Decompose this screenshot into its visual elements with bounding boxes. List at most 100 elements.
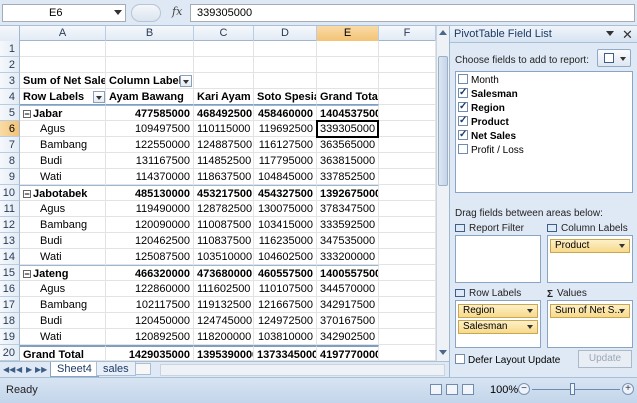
pivot-value-cell[interactable]: 116127500 bbox=[254, 137, 317, 153]
pivot-value-cell[interactable]: 121667500 bbox=[254, 297, 317, 313]
row-header-9[interactable]: 9 bbox=[0, 169, 20, 185]
column-header-d[interactable]: D bbox=[254, 26, 317, 41]
pivot-value-cell[interactable]: 104845000 bbox=[254, 169, 317, 185]
grand-total-label[interactable]: Grand Total bbox=[20, 345, 106, 361]
cell[interactable] bbox=[194, 41, 254, 57]
row-header-17[interactable]: 17 bbox=[0, 297, 20, 313]
row-header-13[interactable]: 13 bbox=[0, 233, 20, 249]
pivot-column-header[interactable]: Grand Total bbox=[317, 89, 379, 105]
cell[interactable] bbox=[106, 57, 194, 73]
formula-input[interactable]: 339305000 bbox=[190, 4, 635, 22]
collapse-icon[interactable]: − bbox=[23, 190, 31, 199]
row-header-7[interactable]: 7 bbox=[0, 137, 20, 153]
cell[interactable] bbox=[317, 73, 379, 89]
name-box[interactable]: E6 bbox=[2, 4, 126, 22]
cell[interactable] bbox=[379, 105, 436, 121]
pivot-value-cell[interactable]: 333200000 bbox=[317, 249, 379, 265]
row-header-11[interactable]: 11 bbox=[0, 201, 20, 217]
values-area[interactable]: Sum of Net S... bbox=[547, 300, 633, 348]
pivot-value-cell[interactable]: 124972500 bbox=[254, 313, 317, 329]
pivot-measure-label[interactable]: Sum of Net Sales bbox=[20, 73, 106, 89]
pivot-value-cell[interactable]: 103510000 bbox=[194, 249, 254, 265]
column-header-e[interactable]: E bbox=[317, 26, 379, 41]
cell[interactable] bbox=[317, 57, 379, 73]
pivot-value-cell[interactable]: 110837500 bbox=[194, 233, 254, 249]
pivot-value-cell[interactable]: 370167500 bbox=[317, 313, 379, 329]
pivot-column-header[interactable]: Soto Spesial bbox=[254, 89, 317, 105]
column-header-b[interactable]: B bbox=[106, 26, 194, 41]
pivot-value-cell[interactable]: 118200000 bbox=[194, 329, 254, 345]
pivot-group-label[interactable]: − Jabotabek bbox=[20, 185, 106, 201]
insert-sheet-icon[interactable] bbox=[135, 363, 151, 375]
row-header-12[interactable]: 12 bbox=[0, 217, 20, 233]
cell[interactable] bbox=[194, 57, 254, 73]
field-checkbox[interactable] bbox=[458, 74, 468, 84]
row-header-5[interactable]: 5 bbox=[0, 105, 20, 121]
pivot-column-header[interactable]: Kari Ayam bbox=[194, 89, 254, 105]
cell[interactable] bbox=[379, 233, 436, 249]
pivot-value-cell[interactable]: 337852500 bbox=[317, 169, 379, 185]
pivot-item-label[interactable]: Wati bbox=[20, 249, 106, 265]
prev-sheet-icon[interactable]: ◀ bbox=[16, 365, 22, 374]
pivot-value-cell[interactable]: 473680000 bbox=[194, 265, 254, 281]
pivot-value-cell[interactable]: 118637500 bbox=[194, 169, 254, 185]
pivot-value-cell[interactable]: 114852500 bbox=[194, 153, 254, 169]
field-checkbox[interactable] bbox=[458, 114, 468, 127]
pivot-value-cell[interactable]: 130075000 bbox=[254, 201, 317, 217]
zoom-level[interactable]: 100% bbox=[490, 384, 518, 396]
field-item[interactable]: Net Sales bbox=[458, 128, 516, 144]
defer-layout-checkbox[interactable] bbox=[455, 354, 465, 364]
pivot-value-cell[interactable]: 454327500 bbox=[254, 185, 317, 201]
update-button[interactable]: Update bbox=[578, 350, 632, 368]
row-header-20[interactable]: 20 bbox=[0, 345, 20, 361]
pivot-value-cell[interactable]: 1429035000 bbox=[106, 345, 194, 361]
zoom-out-button[interactable]: − bbox=[518, 383, 530, 395]
pivot-column-header[interactable]: Ayam Bawang bbox=[106, 89, 194, 105]
cell[interactable] bbox=[20, 41, 106, 57]
row-header-19[interactable]: 19 bbox=[0, 329, 20, 345]
pivot-value-cell[interactable]: 453217500 bbox=[194, 185, 254, 201]
column-labels-area[interactable]: Product bbox=[547, 235, 633, 283]
zoom-slider[interactable] bbox=[532, 389, 620, 390]
next-sheet-icon[interactable]: ▶ bbox=[26, 365, 32, 374]
row-header-15[interactable]: 15 bbox=[0, 265, 20, 281]
pivot-value-cell[interactable]: 344570000 bbox=[317, 281, 379, 297]
chevron-down-icon[interactable] bbox=[114, 10, 122, 15]
collapse-icon[interactable]: − bbox=[23, 270, 31, 279]
cell[interactable] bbox=[379, 201, 436, 217]
cell[interactable] bbox=[254, 41, 317, 57]
pivot-value-cell[interactable]: 458460000 bbox=[254, 105, 317, 121]
cell[interactable] bbox=[106, 41, 194, 57]
select-all-corner[interactable] bbox=[0, 26, 20, 41]
field-checkbox[interactable] bbox=[458, 128, 468, 141]
pivot-item-label[interactable]: Bambang bbox=[20, 217, 106, 233]
report-filter-area[interactable] bbox=[455, 235, 541, 283]
scroll-down-icon[interactable] bbox=[439, 350, 447, 355]
pivot-value-cell[interactable]: 122550000 bbox=[106, 137, 194, 153]
pivot-value-cell[interactable]: 110115000 bbox=[194, 121, 254, 137]
pivot-value-cell[interactable]: 124887500 bbox=[194, 137, 254, 153]
row-header-3[interactable]: 3 bbox=[0, 73, 20, 89]
formula-bar-grip[interactable] bbox=[131, 4, 161, 22]
pivot-item-label[interactable]: Wati bbox=[20, 169, 106, 185]
row-field-chip[interactable]: Salesman bbox=[458, 320, 538, 334]
cell[interactable] bbox=[379, 89, 436, 105]
pivot-value-cell[interactable]: 333592500 bbox=[317, 217, 379, 233]
pivot-value-cell[interactable]: 119132500 bbox=[194, 297, 254, 313]
cell[interactable] bbox=[379, 73, 436, 89]
cell[interactable] bbox=[254, 73, 317, 89]
pivot-value-cell[interactable]: 120450000 bbox=[106, 313, 194, 329]
pivot-item-label[interactable]: Budi bbox=[20, 153, 106, 169]
pivot-value-cell[interactable]: 110087500 bbox=[194, 217, 254, 233]
pivot-value-cell[interactable]: 102117500 bbox=[106, 297, 194, 313]
field-checkbox[interactable] bbox=[458, 100, 468, 113]
scroll-up-icon[interactable] bbox=[439, 30, 447, 35]
pivot-item-label[interactable]: Agus bbox=[20, 201, 106, 217]
pivot-value-cell[interactable]: 1395390000 bbox=[194, 345, 254, 361]
scroll-thumb[interactable] bbox=[438, 56, 448, 186]
cell[interactable] bbox=[379, 265, 436, 281]
cell[interactable] bbox=[379, 313, 436, 329]
row-header-2[interactable]: 2 bbox=[0, 57, 20, 73]
page-layout-view-icon[interactable] bbox=[446, 384, 458, 395]
value-field-chip[interactable]: Sum of Net S... bbox=[550, 304, 630, 318]
